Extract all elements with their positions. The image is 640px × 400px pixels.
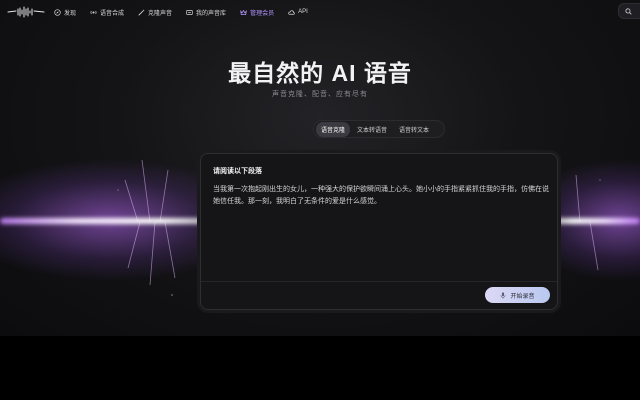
- magic-wand-icon: [138, 8, 145, 16]
- microphone-icon: [501, 291, 506, 299]
- mode-tabs: 语音克隆 文本转语音 语音转文本: [313, 120, 445, 138]
- nav-item-voice-library[interactable]: 我的声音库: [186, 8, 226, 17]
- bottom-band: [0, 336, 640, 400]
- sound-wave-glow-right: [552, 218, 640, 224]
- crown-icon: [240, 9, 247, 15]
- reading-card: 请阅读以下段落 当我第一次抱起刚出生的女儿，一种强大的保护欲瞬间涌上心头。她小小…: [200, 153, 558, 310]
- page-background: 发现 语音合成 克隆声音 我的声音库 管理会员 API 最自然的 AI 语音 声…: [0, 0, 640, 336]
- card-divider: [201, 281, 557, 282]
- search-icon: [625, 7, 632, 15]
- nav-item-tts[interactable]: 语音合成: [90, 8, 124, 17]
- search-button[interactable]: [618, 3, 640, 19]
- sound-wave-glow-left: [0, 218, 215, 224]
- audio-icon: [90, 10, 97, 14]
- start-recording-button[interactable]: 开始录音: [485, 287, 550, 303]
- nav-item-api[interactable]: API: [288, 9, 308, 16]
- library-icon: [186, 9, 193, 15]
- nav-item-label: 克隆声音: [148, 10, 173, 17]
- nav-item-label: 语音合成: [100, 10, 125, 17]
- nav-item-label: 我的声音库: [196, 10, 227, 17]
- nav-item-membership[interactable]: 管理会员: [240, 8, 274, 17]
- nav-item-label: API: [298, 9, 308, 15]
- nav-item-label: 发现: [64, 10, 77, 17]
- tab-speech-to-text[interactable]: 语音转文本: [394, 122, 434, 137]
- tab-text-to-speech[interactable]: 文本转语音: [352, 122, 392, 137]
- card-title: 请阅读以下段落: [213, 168, 262, 175]
- nav-item-voice-clone[interactable]: 克隆声音: [138, 8, 172, 17]
- compass-icon: [54, 8, 61, 16]
- nav-item-label: 管理会员: [250, 10, 275, 17]
- tab-voice-clone[interactable]: 语音克隆: [316, 121, 351, 137]
- record-button-label: 开始录音: [510, 293, 535, 300]
- reading-passage: 当我第一次抱起刚出生的女儿，一种强大的保护欲瞬间涌上心头。她小小的手指紧紧抓住我…: [213, 186, 549, 205]
- top-navbar: 发现 语音合成 克隆声音 我的声音库 管理会员 API: [0, 0, 640, 24]
- hero-title: 最自然的 AI 语音: [228, 60, 412, 86]
- nav-item-discover[interactable]: 发现: [54, 8, 76, 17]
- nav-links: 发现 语音合成 克隆声音 我的声音库 管理会员 API: [54, 0, 308, 24]
- cloud-icon: [288, 9, 295, 15]
- hero-subtitle: 声音克隆、配音、应有尽有: [272, 91, 368, 98]
- brand-logo[interactable]: [6, 6, 46, 18]
